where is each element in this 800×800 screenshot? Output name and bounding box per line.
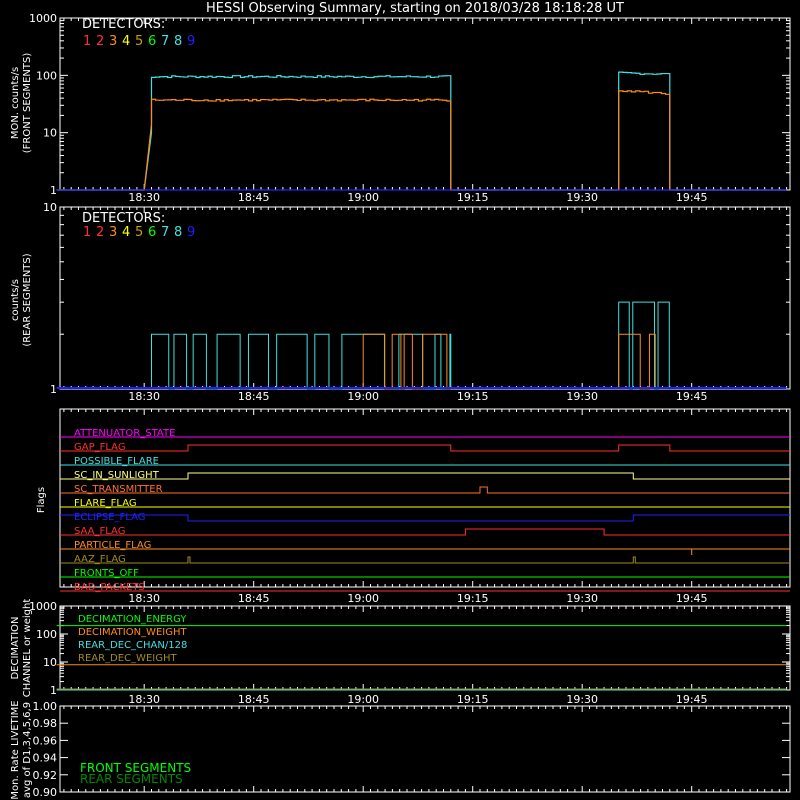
panel1-ytick-label: 100 <box>36 69 57 82</box>
panel1-legend-detector-4: 4 <box>122 34 130 49</box>
decimation-label-1: DECIMATION_WEIGHT <box>78 627 187 638</box>
panel1-legend-title: DETECTORS: <box>82 17 165 32</box>
panel2-ytick-label: 10 <box>43 201 57 214</box>
panel1-xtick-label: 18:45 <box>238 191 270 204</box>
panel1-ytick-label: 1 <box>50 184 57 197</box>
panel5-ylabel: Mon. Rate LIVETIME avg of D1,3,4,5,6,9 <box>10 700 33 799</box>
panel3-xtick-label: 18:30 <box>128 592 160 605</box>
panel3-xtick-label: 19:30 <box>566 592 598 605</box>
panel1-ylabel-line1: MON. counts/s <box>10 67 21 139</box>
panel4-ytick-label: 10 <box>43 656 57 669</box>
panel1-xtick-label: 19:45 <box>676 191 708 204</box>
panel1-legend-detector-3: 3 <box>109 34 117 49</box>
panel1-legend-numbers: 123456789 <box>83 34 195 49</box>
panel2-legend-detector-7: 7 <box>161 225 169 240</box>
panel5-ylabel-line2: avg of D1,3,4,5,6,9 <box>22 702 33 798</box>
panel2-xtick-label: 19:45 <box>676 390 708 403</box>
panel4-ytick-label: 1000 <box>29 600 57 613</box>
panel4-ytick-label: 1 <box>50 684 57 697</box>
panel1-ylabel: MON. counts/s (FRONT SEGMENTS) <box>10 53 33 154</box>
panel1-legend-detector-7: 7 <box>161 34 169 49</box>
panel2-legend-detector-5: 5 <box>135 225 143 240</box>
panel2-xtick-label: 19:15 <box>457 390 489 403</box>
panel4-ylabel-line2: CHANNEL or weight <box>22 599 33 698</box>
panel1-xtick-label: 19:15 <box>457 191 489 204</box>
hessi-summary-plot: HESSI Observing Summary, starting on 201… <box>0 0 800 800</box>
panel1-xtick-label: 19:00 <box>347 191 379 204</box>
panel2-legend-detector-6: 6 <box>148 225 156 240</box>
panel1-ytick-label: 1000 <box>29 12 57 25</box>
panel3-ylabel: Flags <box>36 487 47 513</box>
panel1-legend-detector-6: 6 <box>148 34 156 49</box>
livetime-label-1: REAR SEGMENTS <box>80 772 183 786</box>
decimation-label-3: REAR_DEC_WEIGHT <box>78 653 177 664</box>
panel2-xtick-label: 19:30 <box>566 390 598 403</box>
panel2-xtick-label: 19:00 <box>347 390 379 403</box>
panel5-ylabel-line1: Mon. Rate LIVETIME <box>10 700 21 799</box>
panel5-ytick-label: 0.90 <box>33 786 58 799</box>
panel2-legend-detector-9: 9 <box>187 225 195 240</box>
panel3-xtick-label: 19:00 <box>347 592 379 605</box>
decimation-label-0: DECIMATION_ENERGY <box>78 614 187 625</box>
panel3-xtick-label: 19:45 <box>676 592 708 605</box>
panel4-xtick-label: 19:00 <box>347 693 379 706</box>
panel2-xtick-label: 18:45 <box>238 390 270 403</box>
panel1-xtick-label: 18:30 <box>128 191 160 204</box>
panel4-xtick-label: 18:45 <box>238 693 270 706</box>
panel1-xtick-label: 19:30 <box>566 191 598 204</box>
panel4-xtick-label: 19:15 <box>457 693 489 706</box>
panel4-ylabel-line1: DECIMATION <box>10 616 21 679</box>
panel1-legend-detector-2: 2 <box>96 34 104 49</box>
panel4-xtick-label: 19:30 <box>566 693 598 706</box>
panel2-ytick-label: 1 <box>50 383 57 396</box>
panel2-legend-detector-3: 3 <box>109 225 117 240</box>
panel2-ylabel-line2: (REAR SEGMENTS) <box>22 253 33 346</box>
panel2-legend-detector-4: 4 <box>122 225 130 240</box>
panel1-legend-detector-1: 1 <box>83 34 91 49</box>
decimation-label-2: REAR_DEC_CHAN/128 <box>78 640 187 651</box>
panel5-ytick-label: 1.00 <box>33 700 58 713</box>
panel2-legend-title: DETECTORS: <box>82 211 165 226</box>
panel1-ytick-label: 10 <box>43 127 57 140</box>
panel4-xtick-label: 18:30 <box>128 693 160 706</box>
panel1-legend-detector-9: 9 <box>187 34 195 49</box>
panel3-ylabel-text: Flags <box>36 487 47 513</box>
panel5-ytick-label: 0.94 <box>33 752 58 765</box>
panel1-legend-detector-8: 8 <box>174 34 182 49</box>
panel3-xtick-label: 19:15 <box>457 592 489 605</box>
panel5-ytick-label: 0.96 <box>33 734 58 747</box>
plot-title: HESSI Observing Summary, starting on 201… <box>206 1 624 16</box>
panel2-xtick-label: 18:30 <box>128 390 160 403</box>
panel2-legend-detector-8: 8 <box>174 225 182 240</box>
flag-label-eclipse-flag: ECLIPSE_FLAG <box>74 512 145 523</box>
panel3-xtick-label: 18:45 <box>238 592 270 605</box>
panel4-xtick-label: 19:45 <box>676 693 708 706</box>
panel4-ytick-label: 100 <box>36 628 57 641</box>
panel2-legend-detector-2: 2 <box>96 225 104 240</box>
panel1-legend-detector-5: 5 <box>135 34 143 49</box>
panel2-legend-numbers: 123456789 <box>83 225 195 240</box>
panel5-ytick-label: 0.92 <box>33 769 58 782</box>
panel1-ylabel-line2: (FRONT SEGMENTS) <box>22 53 33 154</box>
panel2-ylabel-line1: counts/s <box>10 279 21 321</box>
panel5-ytick-label: 0.98 <box>33 717 58 730</box>
panel2-legend-detector-1: 1 <box>83 225 91 240</box>
